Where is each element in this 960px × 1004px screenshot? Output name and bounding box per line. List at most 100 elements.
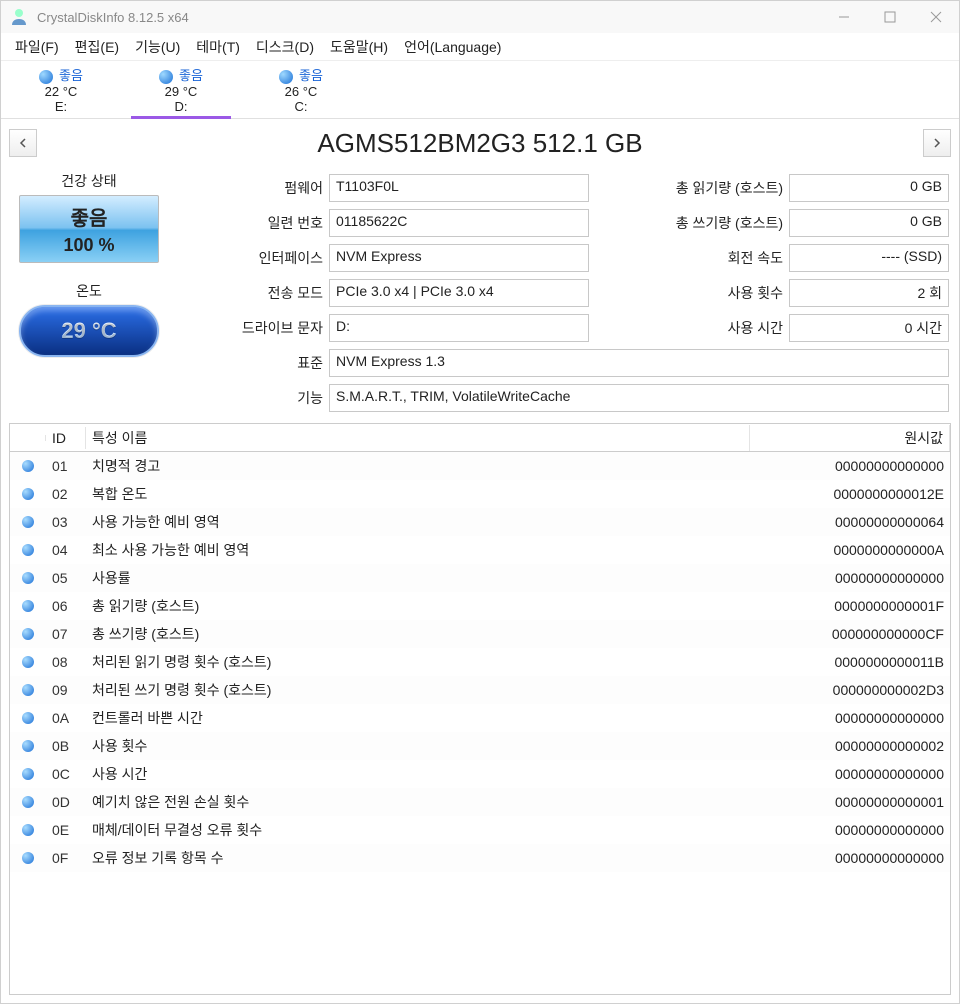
col-attribute-name[interactable]: 특성 이름 [86,425,750,451]
titlebar[interactable]: CrystalDiskInfo 8.12.5 x64 [1,1,959,33]
smart-table: ID 특성 이름 원시값 01치명적 경고0000000000000002복합 … [9,423,951,995]
menu-theme[interactable]: 테마(T) [188,33,248,61]
cell-id: 0D [46,792,86,812]
health-status: 좋음 [20,202,158,231]
cell-name: 사용 시간 [86,762,750,786]
cell-id: 01 [46,456,86,476]
cell-name: 치명적 경고 [86,454,750,478]
left-column: 건강 상태 좋음 100 % 온도 29 °C [9,171,169,415]
table-row[interactable]: 06총 읽기량 (호스트)0000000000001F [10,592,950,620]
col-raw-value[interactable]: 원시값 [750,425,950,451]
prev-disk-button[interactable] [9,129,37,157]
temp-label: 온도 [9,281,169,301]
status-orb-icon [22,796,34,808]
tab-temp: 26 °C [241,84,361,99]
status-orb-icon [22,516,34,528]
close-button[interactable] [913,1,959,33]
temp-box[interactable]: 29 °C [19,305,159,357]
standard-label: 표준 [169,353,329,373]
cell-id: 05 [46,568,86,588]
disk-tab-d[interactable]: 좋음 29 °C D: [121,61,241,118]
minimize-button[interactable] [821,1,867,33]
total-reads-label: 총 읽기량 (호스트) [589,178,789,198]
status-orb-icon [39,70,53,84]
cell-id: 0C [46,764,86,784]
menu-file[interactable]: 파일(F) [7,33,67,61]
table-row[interactable]: 01치명적 경고00000000000000 [10,452,950,480]
table-row[interactable]: 08처리된 읽기 명령 횟수 (호스트)0000000000011B [10,648,950,676]
table-row[interactable]: 0A컨트롤러 바쁜 시간00000000000000 [10,704,950,732]
power-on-hours-label: 사용 시간 [589,318,789,338]
table-row[interactable]: 0B사용 횟수00000000000002 [10,732,950,760]
cell-id: 02 [46,484,86,504]
maximize-button[interactable] [867,1,913,33]
cell-raw: 00000000000000 [750,820,950,840]
cell-id: 0A [46,708,86,728]
model-name: AGMS512BM2G3 512.1 GB [37,128,923,159]
rotation-label: 회전 속도 [589,248,789,268]
serial-value: 01185622C [329,209,589,237]
status-orb-icon [22,740,34,752]
firmware-label: 펌웨어 [169,178,329,198]
disk-tabs: 좋음 22 °C E: 좋음 29 °C D: 좋음 26 °C C: [1,61,959,119]
table-row[interactable]: 03사용 가능한 예비 영역00000000000064 [10,508,950,536]
cell-raw: 0000000000011B [750,652,950,672]
status-orb-icon [22,684,34,696]
standard-value: NVM Express 1.3 [329,349,949,377]
cell-name: 사용률 [86,566,750,590]
cell-raw: 00000000000000 [750,568,950,588]
menu-help[interactable]: 도움말(H) [322,33,396,61]
table-row[interactable]: 02복합 온도0000000000012E [10,480,950,508]
status-orb-icon [22,628,34,640]
drive-letter-value: D: [329,314,589,342]
status-orb-icon [22,712,34,724]
total-writes-label: 총 쓰기량 (호스트) [589,213,789,233]
status-orb-icon [22,768,34,780]
firmware-value: T1103F0L [329,174,589,202]
table-row[interactable]: 0D예기치 않은 전원 손실 횟수00000000000001 [10,788,950,816]
menu-language[interactable]: 언어(Language) [396,33,509,61]
model-header: AGMS512BM2G3 512.1 GB [1,119,959,167]
cell-raw: 0000000000001F [750,596,950,616]
health-box[interactable]: 좋음 100 % [19,195,159,263]
power-on-count-label: 사용 횟수 [589,283,789,303]
cell-name: 컨트롤러 바쁜 시간 [86,706,750,730]
window: CrystalDiskInfo 8.12.5 x64 파일(F) 편집(E) 기… [0,0,960,1004]
status-orb-icon [22,488,34,500]
power-on-hours-value: 0 시간 [789,314,949,342]
disk-tab-c[interactable]: 좋음 26 °C C: [241,61,361,118]
table-row[interactable]: 04최소 사용 가능한 예비 영역0000000000000A [10,536,950,564]
cell-raw: 0000000000000A [750,540,950,560]
interface-value: NVM Express [329,244,589,272]
menu-disk[interactable]: 디스크(D) [248,33,322,61]
cell-raw: 00000000000002 [750,736,950,756]
next-disk-button[interactable] [923,129,951,157]
status-orb-icon [159,70,173,84]
smart-table-header[interactable]: ID 특성 이름 원시값 [10,424,950,452]
table-row[interactable]: 07총 쓰기량 (호스트)000000000000CF [10,620,950,648]
status-orb-icon [22,600,34,612]
tab-status: 좋음 [179,68,203,83]
info-panel: 건강 상태 좋음 100 % 온도 29 °C 펌웨어 T1103F0L 총 읽… [1,167,959,423]
table-row[interactable]: 05사용률00000000000000 [10,564,950,592]
cell-id: 06 [46,596,86,616]
drive-letter-label: 드라이브 문자 [169,318,329,338]
status-orb-icon [22,460,34,472]
cell-name: 총 읽기량 (호스트) [86,594,750,618]
cell-id: 09 [46,680,86,700]
col-id[interactable]: ID [46,427,86,449]
menu-edit[interactable]: 편집(E) [67,33,127,61]
menu-function[interactable]: 기능(U) [127,33,188,61]
table-row[interactable]: 0C사용 시간00000000000000 [10,760,950,788]
cell-name: 총 쓰기량 (호스트) [86,622,750,646]
cell-name: 사용 가능한 예비 영역 [86,510,750,534]
cell-name: 오류 정보 기록 항목 수 [86,846,750,870]
table-row[interactable]: 0E매체/데이터 무결성 오류 횟수00000000000000 [10,816,950,844]
cell-raw: 00000000000064 [750,512,950,532]
table-row[interactable]: 0F오류 정보 기록 항목 수00000000000000 [10,844,950,872]
cell-raw: 00000000000000 [750,848,950,868]
table-row[interactable]: 09처리된 쓰기 명령 횟수 (호스트)000000000002D3 [10,676,950,704]
smart-table-body: 01치명적 경고0000000000000002복합 온도00000000000… [10,452,950,872]
rotation-value: ---- (SSD) [789,244,949,272]
disk-tab-e[interactable]: 좋음 22 °C E: [1,61,121,118]
